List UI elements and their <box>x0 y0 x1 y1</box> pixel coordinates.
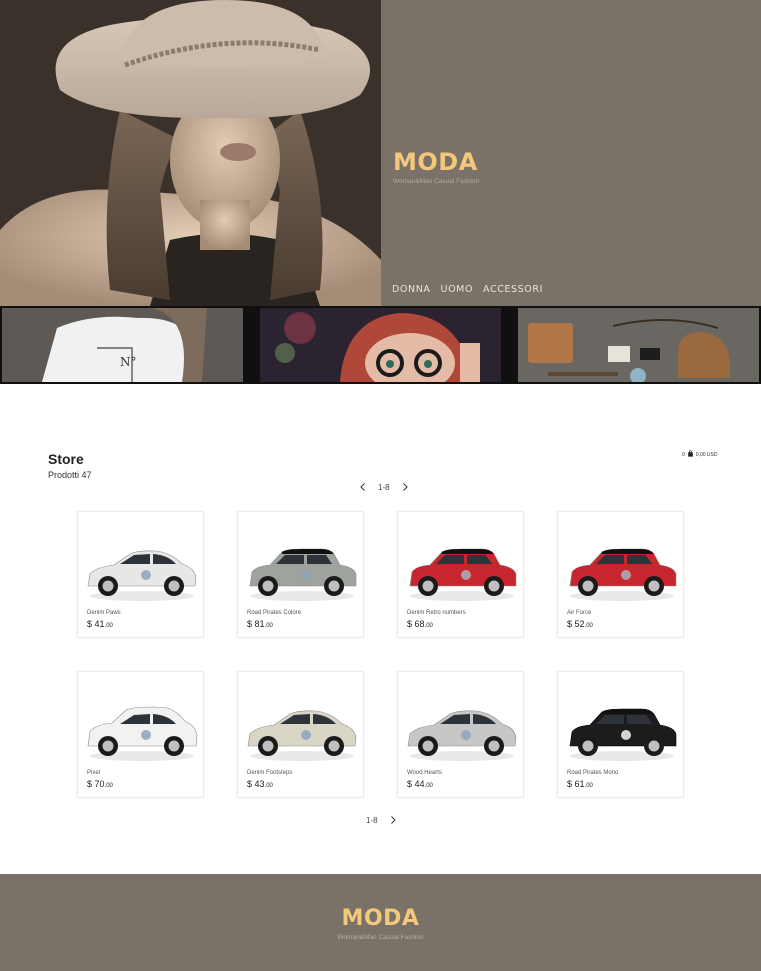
nav-item-accessori[interactable]: ACCESSORI <box>483 284 543 295</box>
product-price: $ 68.00 <box>407 619 433 629</box>
product-name: Air Force <box>567 610 592 616</box>
car-hub <box>168 580 180 592</box>
car-roof <box>282 549 334 554</box>
product-price: $ 81.00 <box>247 619 273 629</box>
car-decal <box>141 570 151 580</box>
car-decal <box>621 570 631 580</box>
product-name: Denim Paws <box>87 610 121 616</box>
product-price: $ 41.00 <box>87 619 113 629</box>
product-card[interactable]: Air Force $ 52.00 <box>557 511 684 638</box>
shopping-bag-icon <box>687 450 694 459</box>
car-roof <box>602 709 654 714</box>
brand-tagline: Woman&Man Casual Fashion <box>393 178 480 185</box>
car-decal <box>141 730 151 740</box>
car-hub <box>328 740 340 752</box>
cart-total: 0,00 USD <box>695 451 718 458</box>
product-card[interactable]: Road Pirates Mono $ 61.00 <box>557 671 684 798</box>
car-image <box>407 710 517 761</box>
chevron-left-icon[interactable] <box>358 482 368 492</box>
car-hub <box>582 740 594 752</box>
footer-logo[interactable]: MODA <box>0 906 761 932</box>
car-decal <box>461 570 471 580</box>
product-price: $ 61.00 <box>567 779 593 789</box>
page-title: Store <box>48 451 84 467</box>
pager-bottom: 1-8 <box>366 815 398 825</box>
car-hub <box>102 580 114 592</box>
cart-count: 0 <box>682 451 685 458</box>
nav-item-uomo[interactable]: UOMO <box>441 284 474 295</box>
hero-photo-illustration <box>0 0 381 306</box>
product-name: Road Pirates Mono <box>567 770 619 776</box>
car-hub <box>262 580 274 592</box>
car-image <box>247 710 357 761</box>
car-image <box>87 550 197 601</box>
car-decal <box>301 730 311 740</box>
product-card[interactable]: Road Pirates Colore $ 81.00 <box>237 511 364 638</box>
footer-brand: MODA Woman&Man Casual Fashion <box>0 906 761 941</box>
tshirt-photo: N° <box>2 308 243 382</box>
product-price: $ 70.00 <box>87 779 113 789</box>
car-hub <box>488 580 500 592</box>
category-tile-accessories[interactable] <box>518 308 759 382</box>
product-count: Prodotti 47 <box>48 470 92 480</box>
svg-text:N°: N° <box>120 355 137 369</box>
product-name: Denim Footsteps <box>247 770 293 776</box>
product-card[interactable]: Denim Retro numbers $ 68.00 <box>397 511 524 638</box>
cart-widget[interactable]: 0 0,00 USD <box>682 450 717 459</box>
product-card[interactable]: Denim Paws $ 41.00 <box>77 511 204 638</box>
car-decal <box>301 570 311 580</box>
car-hub <box>168 740 180 752</box>
pager-range: 1-8 <box>378 482 390 492</box>
pager-range: 1-8 <box>366 815 378 825</box>
hero-banner: MODA Woman&Man Casual Fashion DONNA UOMO… <box>0 0 761 306</box>
car-hub <box>262 740 274 752</box>
car-roof <box>442 549 494 554</box>
car-hub <box>582 580 594 592</box>
car-hub <box>328 580 340 592</box>
chevron-right-icon[interactable] <box>400 482 410 492</box>
car-hub <box>422 580 434 592</box>
product-price: $ 52.00 <box>567 619 593 629</box>
category-tile-glasses[interactable] <box>260 308 501 382</box>
product-price: $ 44.00 <box>407 779 433 789</box>
car-roof <box>602 549 654 554</box>
car-hub <box>488 740 500 752</box>
product-price: $ 43.00 <box>247 779 273 789</box>
car-image <box>569 708 677 761</box>
car-decal <box>461 730 471 740</box>
product-grid: Denim Paws $ 41.00 Road Pirates Colore $… <box>77 511 685 799</box>
footer-tagline: Woman&Man Casual Fashion <box>337 934 424 941</box>
main-nav: DONNA UOMO ACCESSORI <box>392 284 543 295</box>
footer: MODA Woman&Man Casual Fashion <box>0 874 761 971</box>
product-name: Wood Hearts <box>407 770 442 776</box>
car-hub <box>102 740 114 752</box>
product-card[interactable]: Pixel $ 70.00 <box>77 671 204 798</box>
nav-item-donna[interactable]: DONNA <box>392 284 431 295</box>
chevron-right-icon[interactable] <box>388 815 398 825</box>
glasses-photo <box>260 308 501 382</box>
category-strip: N° <box>0 306 761 384</box>
product-name: Road Pirates Colore <box>247 610 302 616</box>
car-image <box>87 706 198 761</box>
brand-logo[interactable]: MODA <box>393 148 479 176</box>
hero-brand: MODA Woman&Man Casual Fashion <box>393 148 479 185</box>
product-name: Pixel <box>87 770 101 776</box>
car-hub <box>422 740 434 752</box>
car-image <box>569 548 677 601</box>
car-image <box>249 548 357 601</box>
category-tile-tshirt[interactable]: N° <box>2 308 243 382</box>
car-hub <box>648 580 660 592</box>
product-name: Denim Retro numbers <box>407 610 466 616</box>
product-card[interactable]: Wood Hearts $ 44.00 <box>397 671 524 798</box>
product-card[interactable]: Denim Footsteps $ 43.00 <box>237 671 364 798</box>
pager-top: 1-8 <box>358 482 410 492</box>
car-hub <box>648 740 660 752</box>
hero-photo-woman-hat <box>0 0 381 306</box>
car-decal <box>621 730 631 740</box>
car-image <box>409 548 517 601</box>
accessories-photo <box>518 308 759 382</box>
